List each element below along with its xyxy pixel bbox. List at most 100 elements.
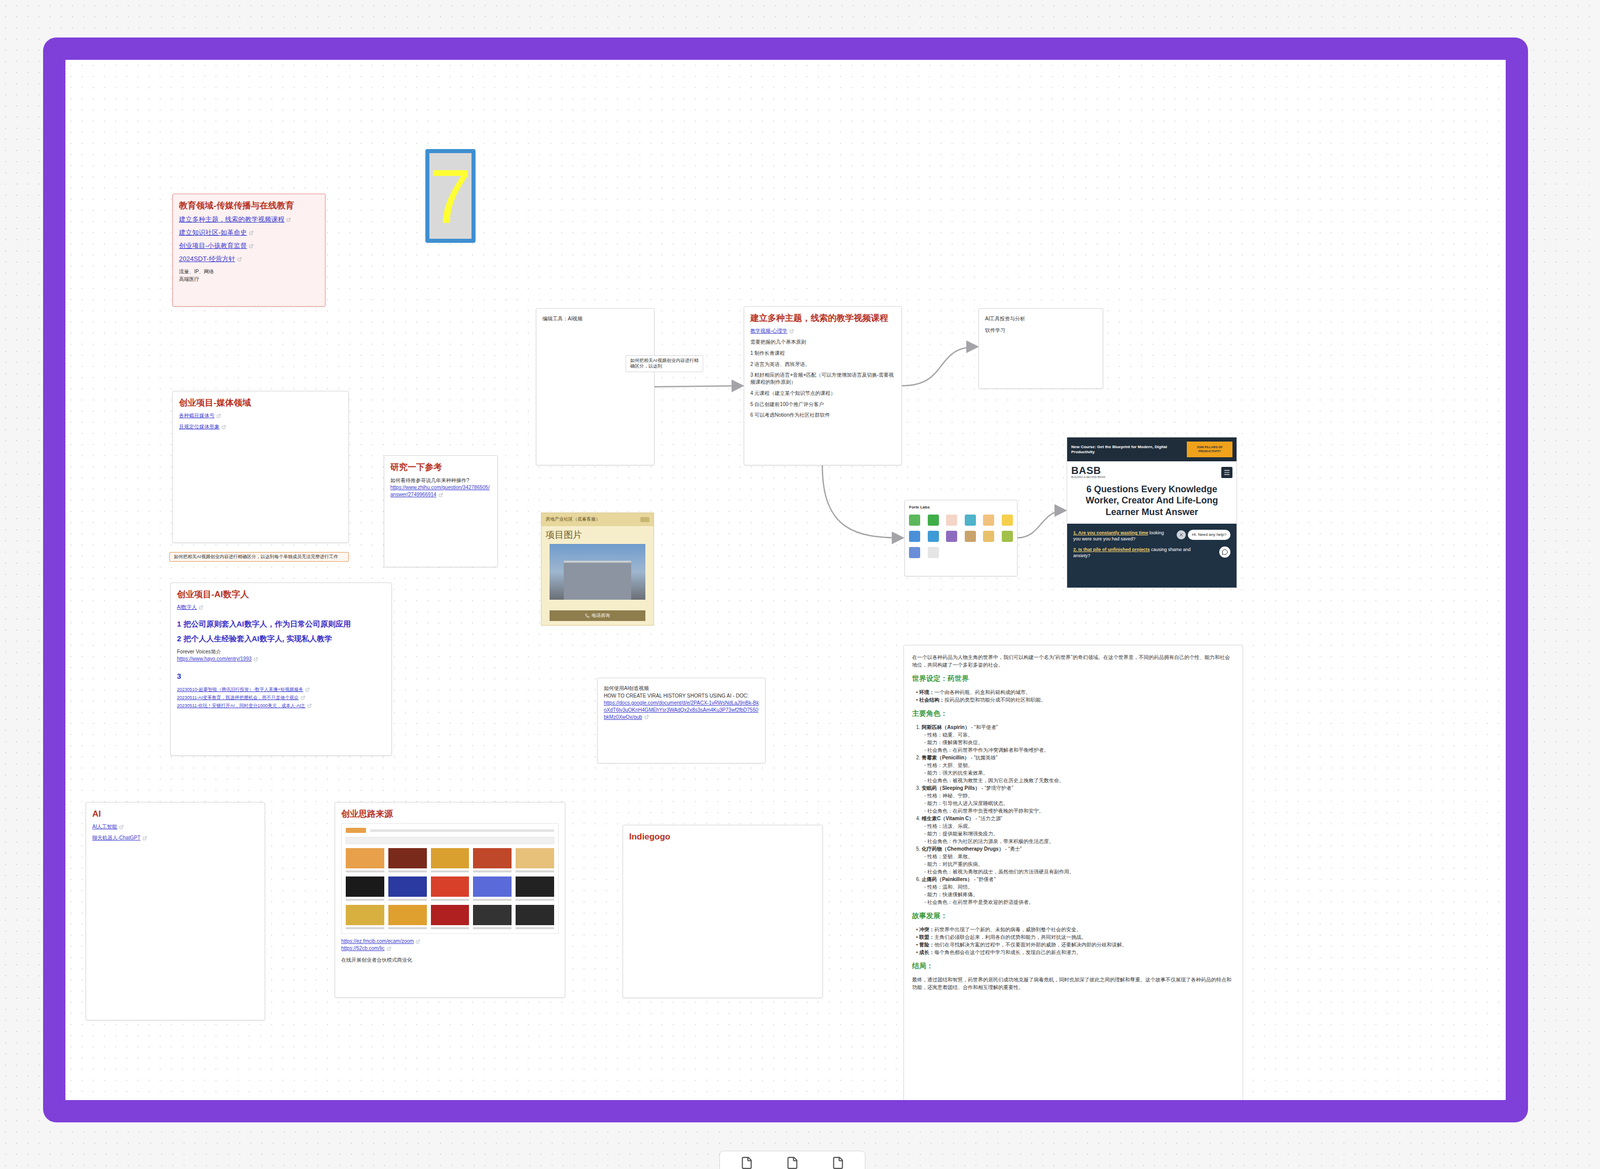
course-card[interactable]: 建立多种主题，线索的教学视频课程教学视频-心理学需要把握的几个基本原则1 制作长… — [743, 306, 902, 466]
thumbnail[interactable] — [473, 904, 512, 926]
link[interactable]: 20230511-你玩！安顿打开AI，同时变分1000美元，成本人-AI之 — [176, 702, 386, 709]
card-title: 创业项目-AI数字人 — [176, 589, 386, 600]
sticky-note[interactable]: 7 — [425, 149, 476, 243]
link[interactable]: https://docs.google.com/document/d/e/2PA… — [603, 699, 759, 721]
role-item: 2. 青霉素（Penicillin） - “抗菌英雄”◦ 性格：大胆、坚韧。◦ … — [916, 753, 1235, 785]
story-card[interactable]: 在一个以各种药品为人物主角的世界中，我们可以构建一个名为“药世界”的奇幻领域。在… — [903, 644, 1244, 1101]
media-card[interactable]: 创业项目-媒体领域各种截目媒体号且规定位媒体形象 — [172, 390, 349, 543]
card-title: 创业项目-媒体领域 — [178, 397, 343, 409]
thumbnail[interactable] — [388, 876, 427, 897]
link[interactable]: AI人工智能 — [92, 823, 259, 831]
ideas-card[interactable]: 创业思路来源https://ez.fmcib.com/ecam/zoomhttp… — [334, 802, 566, 998]
indiegogo-card[interactable]: Indiegogo — [622, 824, 823, 999]
forte-tile[interactable] — [1001, 530, 1013, 542]
forte-tile[interactable] — [983, 530, 995, 542]
thumbnail[interactable] — [345, 848, 385, 869]
thumbnail[interactable] — [430, 848, 470, 869]
forte-labs-screenshot[interactable]: Forte Labs — [904, 499, 1018, 577]
point-text: 2 把个人人生经验套入AI数字人, 实现私人教学 — [176, 633, 386, 645]
education-card[interactable]: 教育领域-传媒传播与在线教育建立多种主题，线索的教学视频课程建立知识社区-如革命… — [172, 193, 326, 307]
card-title: 教育领域-传媒传播与在线教育 — [178, 200, 319, 211]
forte-tile[interactable] — [908, 530, 921, 542]
section-heading: 结局： — [912, 962, 1235, 970]
forte-tile[interactable] — [908, 514, 921, 526]
link[interactable]: https://www.zhihu.com/question/342786505… — [390, 484, 492, 499]
ai-tools-card[interactable]: AI工具投资与分析软件学习 — [978, 308, 1104, 389]
basb-questions: 1. Are you constantly wasting time looki… — [1067, 523, 1237, 588]
basb-logo: BASB — [1071, 465, 1106, 476]
basb-cta[interactable]: JOIN PILLARS OF PRODUCTIVITY — [1186, 441, 1233, 458]
edge-label[interactable]: 如何把相关AI视频创业内容进行精确区分，以达到 — [625, 355, 704, 373]
course-line: 3 精好相应的语言+音频+匹配（可以方便增加语言及切换-需要视频课程的制作原则） — [750, 371, 896, 386]
external-link-icon — [198, 605, 204, 610]
thumbnail[interactable] — [345, 904, 385, 926]
link[interactable]: 建立多种主题，线索的教学视频课程 — [178, 214, 319, 225]
link[interactable]: https://ez.fmcib.com/ecam/zoom — [341, 937, 559, 945]
link[interactable]: 2024SDT-经营方针 — [178, 254, 319, 264]
connector-line — [1017, 510, 1065, 538]
forte-tile[interactable] — [946, 530, 958, 542]
external-link-icon — [307, 703, 312, 709]
thumbnail[interactable] — [388, 904, 427, 926]
thumbnail[interactable] — [345, 876, 385, 897]
course-line: 1 制作长青课程 — [750, 349, 896, 357]
thumbnail[interactable] — [430, 904, 470, 926]
editing-card[interactable]: 编辑工具：AI视频 — [535, 308, 655, 466]
chat-button[interactable] — [1219, 546, 1231, 558]
forte-tile[interactable] — [964, 530, 976, 542]
video-doc-card[interactable]: 如何使用AI创造视频HOW TO CREATE VIRAL HISTORY SH… — [597, 677, 766, 764]
link[interactable]: AI数字人 — [176, 603, 386, 611]
thumbnail[interactable] — [430, 876, 470, 897]
link[interactable]: 创业项目-小孩教育监督 — [178, 241, 319, 251]
link[interactable]: 建立知识社区-如革命史 — [178, 228, 319, 238]
chat-close-button[interactable] — [1176, 530, 1186, 540]
menu-button[interactable] — [1221, 466, 1233, 479]
link[interactable]: 教学视频-心理学 — [750, 327, 896, 335]
research-card[interactable]: 研究一下参考如何看待推参哥说几年来种种操作?https://www.zhihu.… — [383, 455, 498, 568]
media-note[interactable]: 如何把相关AI视频创业内容进行精确区分，以达到每个单独成员无法完整进行工作 — [169, 552, 349, 562]
thumbnail[interactable] — [515, 848, 555, 869]
property-card[interactable]: 房地产业社区（底蓄客服）项目图片电话咨询 — [540, 512, 654, 626]
link[interactable]: 且规定位媒体形象 — [178, 423, 343, 431]
forte-tile[interactable] — [983, 514, 995, 526]
ai-card[interactable]: AIAI人工智能聊天机器人-ChatGPT — [85, 802, 266, 1021]
story-ending: 最终，通过团结和智慧，药世界的居民们成功地克服了病毒危机，同时也加深了彼此之间的… — [912, 975, 1235, 992]
chat-bubble[interactable]: Hi. Need any help? — [1187, 529, 1231, 540]
link[interactable]: 20230511-AI变革教育，既选择把握机会，而不只是做个观众 — [176, 694, 386, 701]
footer-text: 在线开展创业者合伙模式商业化 — [341, 956, 559, 964]
forte-tile[interactable] — [908, 547, 921, 559]
digital-human-card[interactable]: 创业项目-AI数字人 AI数字人 1 把公司原则套入AI数字人，作为日常公司原则应用… — [170, 582, 392, 756]
plot-item: • 冲突：药世界中出现了一个新的、未知的病毒，威胁到整个社会的安全。 — [916, 925, 1235, 934]
file-icon[interactable] — [785, 1156, 799, 1169]
plot-item: • 冒险：他们在寻找解决方案的过程中，不仅要面对外部的威胁，还要解决内部的分歧和… — [916, 940, 1235, 949]
external-link-icon — [644, 714, 649, 720]
forte-tile[interactable] — [964, 514, 976, 526]
forte-tile[interactable] — [927, 514, 939, 526]
thumbnail[interactable] — [515, 904, 555, 926]
link[interactable]: https://52cb.com/lic — [341, 944, 559, 953]
file-icon[interactable] — [740, 1156, 754, 1169]
external-link-icon — [248, 243, 254, 249]
file-icon[interactable] — [831, 1156, 845, 1169]
thumbnail[interactable] — [473, 848, 512, 869]
connector-line — [901, 346, 977, 386]
link[interactable]: 20230510-超摹智能（腾讯旧行投资）-数字人直播+短视频服务 — [176, 686, 386, 693]
thumbnail[interactable] — [388, 848, 427, 869]
thumbnail[interactable] — [473, 876, 512, 897]
forte-tile[interactable] — [927, 547, 939, 559]
external-link-icon — [216, 413, 222, 419]
forte-tile[interactable] — [1001, 514, 1013, 526]
bottom-toolbar — [719, 1150, 866, 1169]
forte-tile[interactable] — [946, 514, 958, 526]
link[interactable]: 各种截目媒体号 — [178, 412, 343, 420]
forte-tile[interactable] — [927, 530, 939, 542]
connector-line — [653, 385, 742, 387]
call-button[interactable]: 电话咨询 — [549, 610, 646, 622]
basb-screenshot[interactable]: New Course: Get the Blueprint for Modern… — [1066, 437, 1238, 589]
link[interactable]: https://www.hayo.com/entry/1993 — [176, 655, 386, 663]
point-text: 1 把公司原则套入AI数字人，作为日常公司原则应用 — [176, 619, 386, 630]
link[interactable]: 聊天机器人-ChatGPT — [92, 834, 259, 842]
thumbnail[interactable] — [515, 876, 555, 897]
forte-brand: Forte Labs — [908, 504, 1013, 511]
phone-icon — [585, 613, 590, 618]
